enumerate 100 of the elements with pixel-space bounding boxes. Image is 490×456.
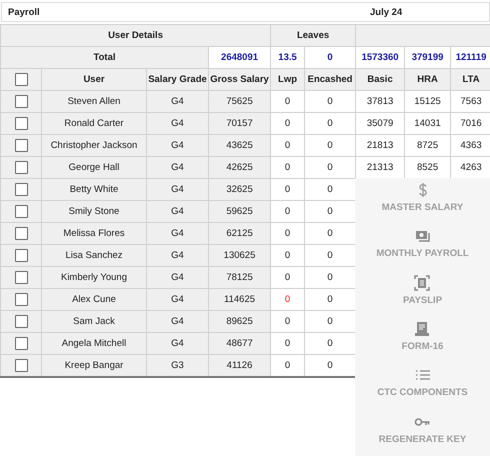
table-cell: 0 (270, 134, 305, 156)
table-cell: 0 (270, 90, 305, 112)
table-cell: 37813 (356, 90, 405, 112)
table-cell: 0 (304, 90, 356, 112)
column-header[interactable]: User (42, 68, 146, 90)
table-cell: 0 (304, 178, 356, 200)
table-cell: 0 (304, 266, 356, 288)
table-cell: G4 (146, 332, 208, 354)
table-cell: 0 (270, 266, 305, 288)
table-cell: 0 (270, 332, 305, 354)
table-cell: George Hall (42, 156, 146, 178)
checkbox[interactable] (14, 161, 28, 174)
checkbox[interactable] (14, 205, 28, 218)
table-cell: G4 (146, 90, 208, 112)
checkbox[interactable] (14, 95, 28, 108)
table-cell: 70157 (208, 112, 271, 134)
table-cell: Kimberly Young (42, 266, 146, 288)
table-cell: 0 (270, 288, 305, 310)
table-cell: 0 (304, 156, 356, 178)
column-header[interactable]: LTA (450, 68, 490, 90)
table-cell: Kreep Bangar (42, 354, 146, 377)
total-cell: 121119 (450, 46, 490, 68)
table-cell: 8725 (404, 134, 451, 156)
table-cell: 0 (270, 178, 305, 200)
checkbox[interactable] (14, 183, 28, 196)
total-cell: 0 (304, 46, 356, 68)
table-cell: 0 (270, 156, 305, 178)
group-header: User Details (0, 24, 271, 46)
total-cell: 13.5 (270, 46, 305, 68)
table-cell: 15125 (404, 90, 451, 112)
table-cell: G4 (146, 200, 208, 222)
checkbox[interactable] (14, 293, 28, 306)
receipt-icon (414, 320, 430, 337)
table-cell: 0 (270, 200, 305, 222)
table-cell: 0 (304, 288, 356, 310)
table-cell: G4 (146, 266, 208, 288)
table-cell: 0 (304, 244, 356, 266)
group-header: Leaves (270, 24, 356, 46)
table-cell: 0 (304, 332, 356, 354)
table-cell: G4 (146, 134, 208, 156)
checkbox[interactable] (14, 73, 28, 86)
checkbox[interactable] (14, 249, 28, 262)
table-cell: Alex Cune (42, 288, 146, 310)
table-cell: 7016 (450, 112, 490, 134)
total-cell: 379199 (404, 46, 451, 68)
column-header[interactable]: HRA (404, 68, 451, 90)
table-cell: 114625 (208, 288, 271, 310)
total-cell: 2648091 (208, 46, 271, 68)
table-cell: 21813 (356, 134, 405, 156)
table-cell: G4 (146, 222, 208, 244)
column-header[interactable]: Basic (356, 68, 405, 90)
table-cell: 0 (304, 112, 356, 134)
checkbox[interactable] (14, 359, 28, 372)
table-cell: G4 (146, 178, 208, 200)
table-cell: 42625 (208, 156, 271, 178)
table-cell: Smily Stone (42, 200, 146, 222)
table-cell: 130625 (208, 244, 271, 266)
table-cell: 4263 (450, 156, 490, 178)
table-cell: G3 (146, 354, 208, 377)
table-cell: Sam Jack (42, 310, 146, 332)
table-cell: Ronald Carter (42, 112, 146, 134)
page-title: Payroll (7, 6, 41, 18)
checkbox[interactable] (14, 139, 28, 152)
checkbox[interactable] (14, 271, 28, 284)
table-cell: 21313 (356, 156, 405, 178)
table-cell: 89625 (208, 310, 271, 332)
period-label: July 24 (370, 6, 402, 18)
table-cell: 59625 (208, 200, 271, 222)
total-label: Total (0, 46, 208, 68)
table-cell: G4 (146, 156, 208, 178)
total-cell: 1573360 (356, 46, 405, 68)
table-cell: Betty White (42, 178, 146, 200)
table-cell: 14031 (404, 112, 451, 134)
table-cell: 0 (270, 310, 305, 332)
table-cell: Steven Allen (42, 90, 146, 112)
column-header[interactable]: Gross Salary (208, 68, 271, 90)
table-cell: Lisa Sanchez (42, 244, 146, 266)
checkbox[interactable] (14, 117, 28, 130)
document-scan-icon (414, 274, 430, 291)
table-cell: Christopher Jackson (42, 134, 146, 156)
table-cell: 0 (304, 134, 356, 156)
table-cell: 32625 (208, 178, 271, 200)
banknote-icon (414, 228, 430, 244)
table-cell: 0 (304, 222, 356, 244)
table-cell: 48677 (208, 332, 271, 354)
table-cell: 43625 (208, 134, 271, 156)
table-cell: 0 (270, 112, 305, 134)
column-header[interactable]: Encashed (304, 68, 356, 90)
table-cell: 4363 (450, 134, 490, 156)
checkbox[interactable] (14, 227, 28, 240)
table-cell: 7563 (450, 90, 490, 112)
table-cell: 0 (270, 354, 305, 377)
table-cell: 41126 (208, 354, 271, 377)
column-header[interactable]: Salary Grade (146, 68, 208, 90)
table-cell: G4 (146, 244, 208, 266)
table-cell: 35079 (356, 112, 405, 134)
checkbox[interactable] (14, 337, 28, 350)
table-cell: G4 (146, 112, 208, 134)
column-header[interactable]: Lwp (270, 68, 305, 90)
checkbox[interactable] (14, 315, 28, 328)
